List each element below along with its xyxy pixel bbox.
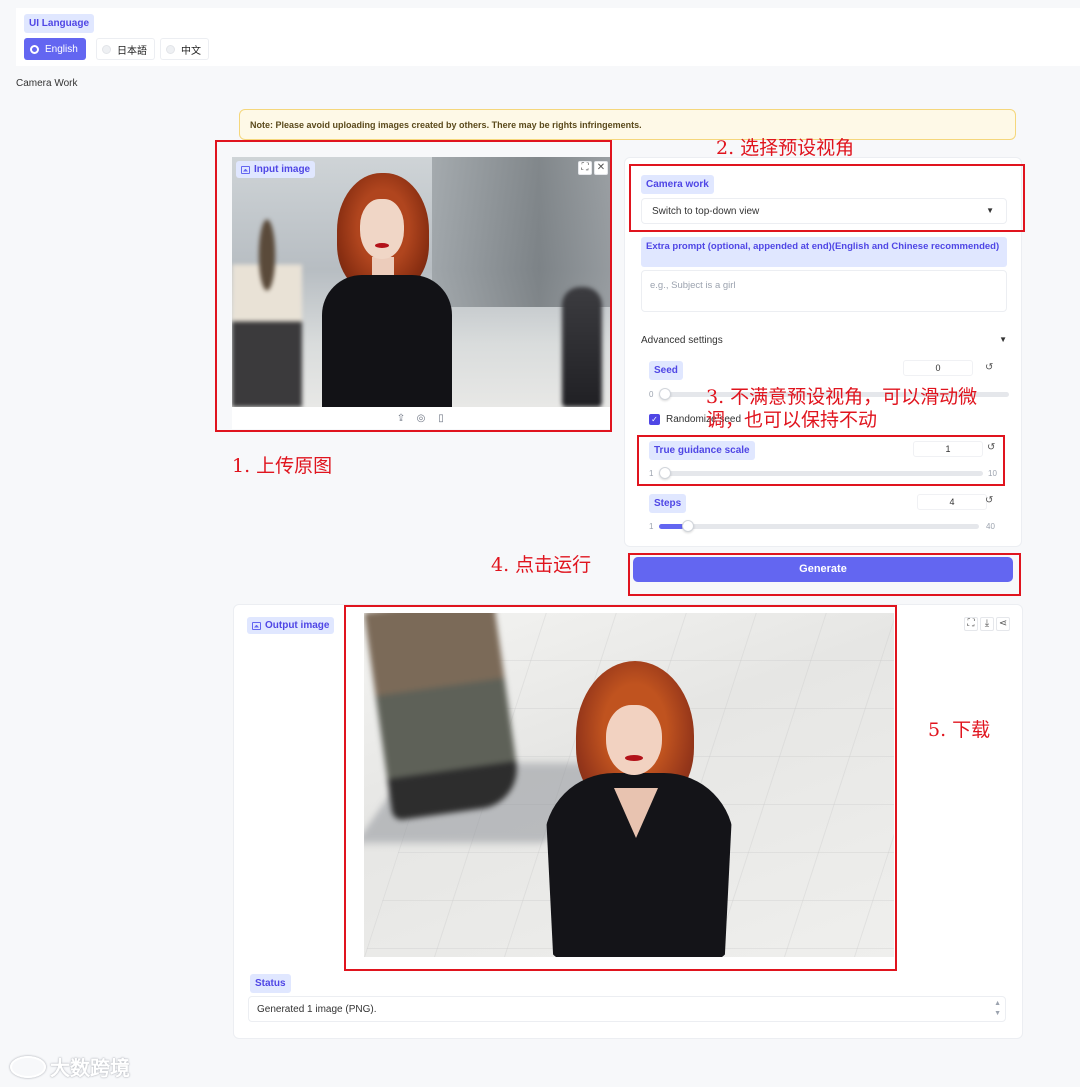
app-title: Camera Work: [16, 78, 78, 89]
annotation-step-3-line2: 调，也可以保持不动: [706, 409, 878, 431]
status-text: Generated 1 image (PNG).: [257, 1004, 377, 1015]
output-image-label-text: Output image: [265, 620, 330, 631]
steps-slider-min: 1: [649, 522, 654, 531]
output-image-label: Output image: [247, 617, 335, 634]
advanced-settings-toggle[interactable]: Advanced settings ▼: [641, 335, 1007, 346]
language-option-label: English: [45, 43, 78, 55]
radio-dot: [102, 44, 111, 54]
annotation-step-5: 5. 下载: [928, 719, 991, 741]
language-option-english[interactable]: English: [24, 38, 86, 60]
seed-slider-min: 0: [649, 390, 654, 399]
rights-note: Note: Please avoid uploading images crea…: [239, 109, 1016, 140]
radio-dot: [30, 44, 39, 54]
language-label: UI Language: [24, 14, 95, 33]
annotation-step-4: 4. 点击运行: [491, 554, 592, 576]
steps-slider[interactable]: [659, 520, 979, 532]
status-label: Status: [250, 974, 291, 993]
steps-slider-fill: [659, 524, 684, 529]
watermark-text: 大数跨境: [50, 1058, 130, 1080]
scroll-arrows[interactable]: ▲ ▼: [994, 999, 1001, 1019]
annotation-box-guidance: [637, 435, 1005, 486]
seed-label: Seed: [649, 361, 683, 380]
advanced-settings-label: Advanced settings: [641, 335, 723, 346]
seed-input[interactable]: 0: [903, 360, 973, 376]
language-option-label: 中文: [181, 45, 201, 57]
share-icon[interactable]: ⋖: [996, 617, 1010, 631]
radio-dot: [166, 44, 175, 54]
language-option-chinese[interactable]: 中文: [160, 38, 209, 60]
download-icon[interactable]: ⤓: [980, 617, 994, 631]
randomize-seed-checkbox[interactable]: ✓: [649, 414, 660, 425]
status-output[interactable]: Generated 1 image (PNG). ▲ ▼: [248, 996, 1006, 1022]
extra-prompt-label: Extra prompt (optional, appended at end)…: [641, 237, 1007, 267]
steps-slider-thumb[interactable]: [682, 520, 694, 532]
extra-prompt-input[interactable]: e.g., Subject is a girl: [641, 270, 1007, 312]
steps-input[interactable]: 4: [917, 494, 987, 510]
language-option-japanese[interactable]: 日本語: [96, 38, 155, 60]
annotation-box-camera-work: [629, 164, 1025, 232]
chevron-down-icon: ▼: [999, 335, 1007, 344]
fullscreen-icon[interactable]: ⛶: [964, 617, 978, 631]
annotation-box-output: [344, 605, 897, 971]
watermark: 大数跨境: [10, 1052, 130, 1081]
language-bar: UI Language English 日本語 中文: [16, 8, 1080, 66]
annotation-box-upload: [215, 140, 612, 432]
image-icon: [252, 621, 261, 630]
seed-reset-icon[interactable]: ↺: [985, 362, 993, 373]
annotation-box-generate: [628, 553, 1021, 596]
seed-slider-thumb[interactable]: [659, 388, 671, 400]
annotation-step-1: 1. 上传原图: [232, 455, 333, 477]
watermark-logo-icon: [10, 1055, 46, 1078]
annotation-step-2: 2. 选择预设视角: [716, 137, 855, 159]
steps-slider-max: 40: [986, 522, 995, 531]
steps-label: Steps: [649, 494, 687, 513]
language-option-label: 日本語: [117, 45, 147, 57]
output-image-controls: ⛶ ⤓ ⋖: [964, 617, 1010, 631]
steps-reset-icon[interactable]: ↺: [985, 495, 993, 506]
